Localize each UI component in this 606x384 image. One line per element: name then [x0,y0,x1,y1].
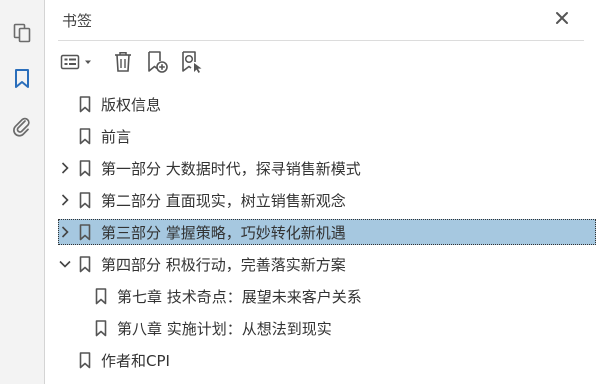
bookmark-row[interactable]: 第四部分 积极行动，完善落实新方案 [58,251,598,277]
find-bookmark-button[interactable] [178,48,206,76]
bookmarks-toolbar [46,46,606,80]
pages-button[interactable] [7,18,37,48]
bookmark-icon [78,127,92,145]
attachments-button[interactable] [7,111,37,141]
add-bookmark-icon [148,51,168,73]
trash-icon [115,52,131,72]
find-bookmark-icon [182,51,202,73]
bookmarks-button[interactable] [7,64,37,94]
bookmark-label[interactable]: 第七章 技术奇点：展望未来客户关系 [117,286,362,307]
bookmarks-panel: 书签 版权信息 前言 第一部分 大数据时代，探寻销售新模式 第二部分 直面现实，… [46,0,606,384]
new-bookmark-button[interactable] [144,48,170,76]
close-button[interactable] [552,8,572,28]
header-divider [58,40,584,41]
paperclip-icon [13,117,30,137]
options-menu-icon [60,54,91,70]
bookmark-label[interactable]: 第三部分 掌握策略，巧妙转化新机遇 [101,222,346,243]
bookmark-label[interactable]: 第二部分 直面现实，树立销售新观念 [101,190,346,211]
bookmark-icon [94,287,108,305]
bookmark-row[interactable]: 作者和CPI [58,347,598,373]
bookmark-label[interactable]: 第八章 实施计划：从想法到现实 [117,318,332,339]
delete-bookmark-button[interactable] [110,48,136,76]
options-menu-button[interactable] [58,48,98,76]
bookmark-icon [78,95,92,113]
panel-title: 书签 [62,12,93,30]
bookmark-icon [78,191,92,209]
bookmark-icon [78,223,92,241]
chevron-right-icon[interactable] [58,161,72,175]
navigation-rail [0,0,45,384]
bookmark-icon [78,255,92,273]
bookmark-icon [94,319,108,337]
bookmark-label[interactable]: 第一部分 大数据时代，探寻销售新模式 [101,158,361,179]
close-icon [556,12,568,24]
bookmark-label[interactable]: 作者和CPI [101,350,170,371]
bookmark-row[interactable]: 第八章 实施计划：从想法到现实 [58,315,598,341]
bookmark-icon [78,159,92,177]
bookmark-row[interactable]: 第二部分 直面现实，树立销售新观念 [58,187,598,213]
chevron-down-icon[interactable] [58,257,72,271]
chevron-right-icon[interactable] [58,193,72,207]
pages-icon [13,23,31,43]
bookmark-row[interactable]: 第三部分 掌握策略，巧妙转化新机遇 [58,219,596,245]
bookmark-label[interactable]: 版权信息 [101,94,161,115]
bookmark-row[interactable]: 版权信息 [58,91,598,117]
bookmark-label[interactable]: 前言 [101,126,131,147]
chevron-right-icon[interactable] [58,225,72,239]
panel-header: 书签 [46,0,606,41]
bookmark-row[interactable]: 第一部分 大数据时代，探寻销售新模式 [58,155,598,181]
bookmark-icon [78,351,92,369]
bookmark-icon [15,69,29,88]
bookmarks-window: 书签 版权信息 前言 第一部分 大数据时代，探寻销售新模式 第二部分 直面现实，… [0,0,606,384]
bookmark-label[interactable]: 第四部分 积极行动，完善落实新方案 [101,254,346,275]
bookmark-row[interactable]: 第七章 技术奇点：展望未来客户关系 [58,283,598,309]
bookmark-row[interactable]: 前言 [58,123,598,149]
